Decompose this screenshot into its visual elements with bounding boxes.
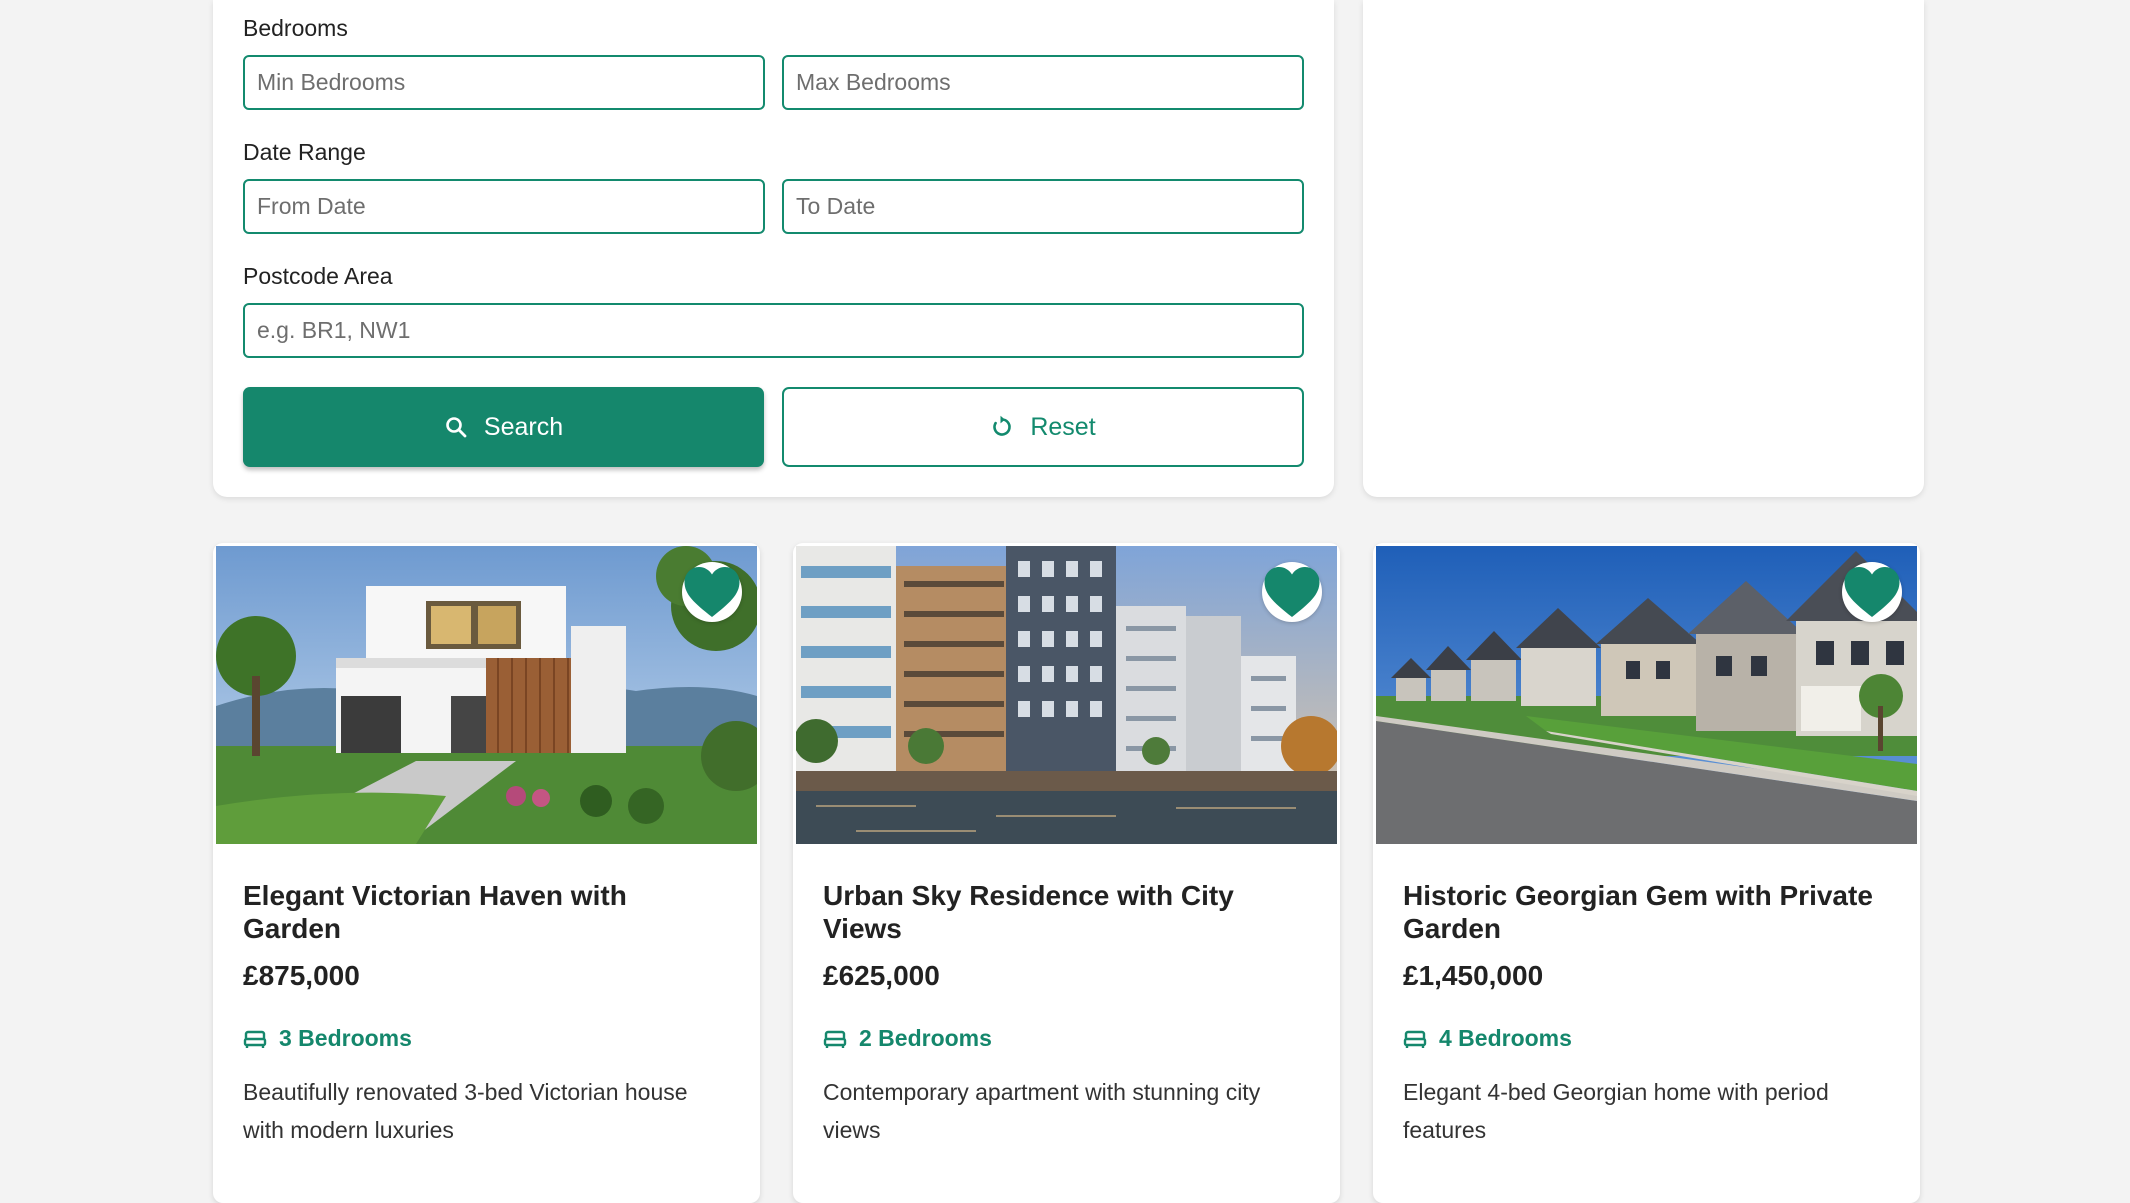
property-image[interactable] [796, 546, 1337, 844]
property-bedrooms: 4 Bedrooms [1403, 1025, 1572, 1052]
bedrooms-label: 4 Bedrooms [1439, 1025, 1572, 1051]
postcode-area-label: Postcode Area [243, 263, 393, 289]
property-image[interactable] [1376, 546, 1917, 844]
property-image[interactable] [216, 546, 757, 844]
property-title[interactable]: Urban Sky Residence with City Views [823, 879, 1303, 945]
search-button-label: Search [483, 412, 564, 441]
to-date-input[interactable] [782, 179, 1304, 234]
property-description: Contemporary apartment with stunning cit… [823, 1079, 1261, 1143]
from-date-input[interactable] [243, 179, 765, 234]
property-price: £1,450,000 [1403, 960, 1544, 991]
postcode-input[interactable] [243, 303, 1304, 358]
bed-icon [243, 1030, 267, 1048]
date-range-label: Date Range [243, 139, 366, 165]
bedrooms-label: 2 Bedrooms [859, 1025, 992, 1051]
property-title[interactable]: Elegant Victorian Haven with Garden [243, 879, 723, 945]
reset-button-label: Reset [1030, 412, 1096, 441]
search-icon [446, 417, 467, 438]
property-bedrooms: 3 Bedrooms [243, 1025, 412, 1052]
bed-icon [1403, 1030, 1427, 1048]
favorite-button[interactable] [1842, 562, 1902, 622]
property-description: Beautifully renovated 3-bed Victorian ho… [243, 1079, 688, 1143]
reset-button[interactable]: Reset [782, 387, 1304, 467]
property-bedrooms: 2 Bedrooms [823, 1025, 992, 1052]
max-bedrooms-input[interactable] [782, 55, 1304, 110]
suburban-houses-image [1376, 546, 1917, 844]
heart-icon [684, 567, 740, 617]
search-button[interactable]: Search [243, 387, 764, 467]
refresh-icon [993, 415, 1012, 436]
property-card[interactable]: Elegant Victorian Haven with Garden £875… [213, 543, 760, 1203]
side-panel [1363, 0, 1924, 497]
favorite-button[interactable] [1262, 562, 1322, 622]
property-price: £625,000 [823, 960, 940, 991]
bedrooms-label: 3 Bedrooms [279, 1025, 412, 1051]
bedrooms-label: Bedrooms [243, 15, 348, 41]
apartment-building-image [796, 546, 1337, 844]
property-card[interactable]: Historic Georgian Gem with Private Garde… [1373, 543, 1920, 1203]
search-filter-panel: Bedrooms Date Range Postcode Area Search… [213, 0, 1334, 497]
bed-icon [823, 1030, 847, 1048]
min-bedrooms-input[interactable] [243, 55, 765, 110]
property-card[interactable]: Urban Sky Residence with City Views £625… [793, 543, 1340, 1203]
property-description: Elegant 4-bed Georgian home with period … [1403, 1079, 1829, 1143]
favorite-button[interactable] [682, 562, 742, 622]
property-price: £875,000 [243, 960, 360, 991]
modern-house-image [216, 546, 757, 844]
heart-icon [1844, 567, 1900, 617]
property-title[interactable]: Historic Georgian Gem with Private Garde… [1403, 879, 1883, 945]
heart-icon [1264, 567, 1320, 617]
